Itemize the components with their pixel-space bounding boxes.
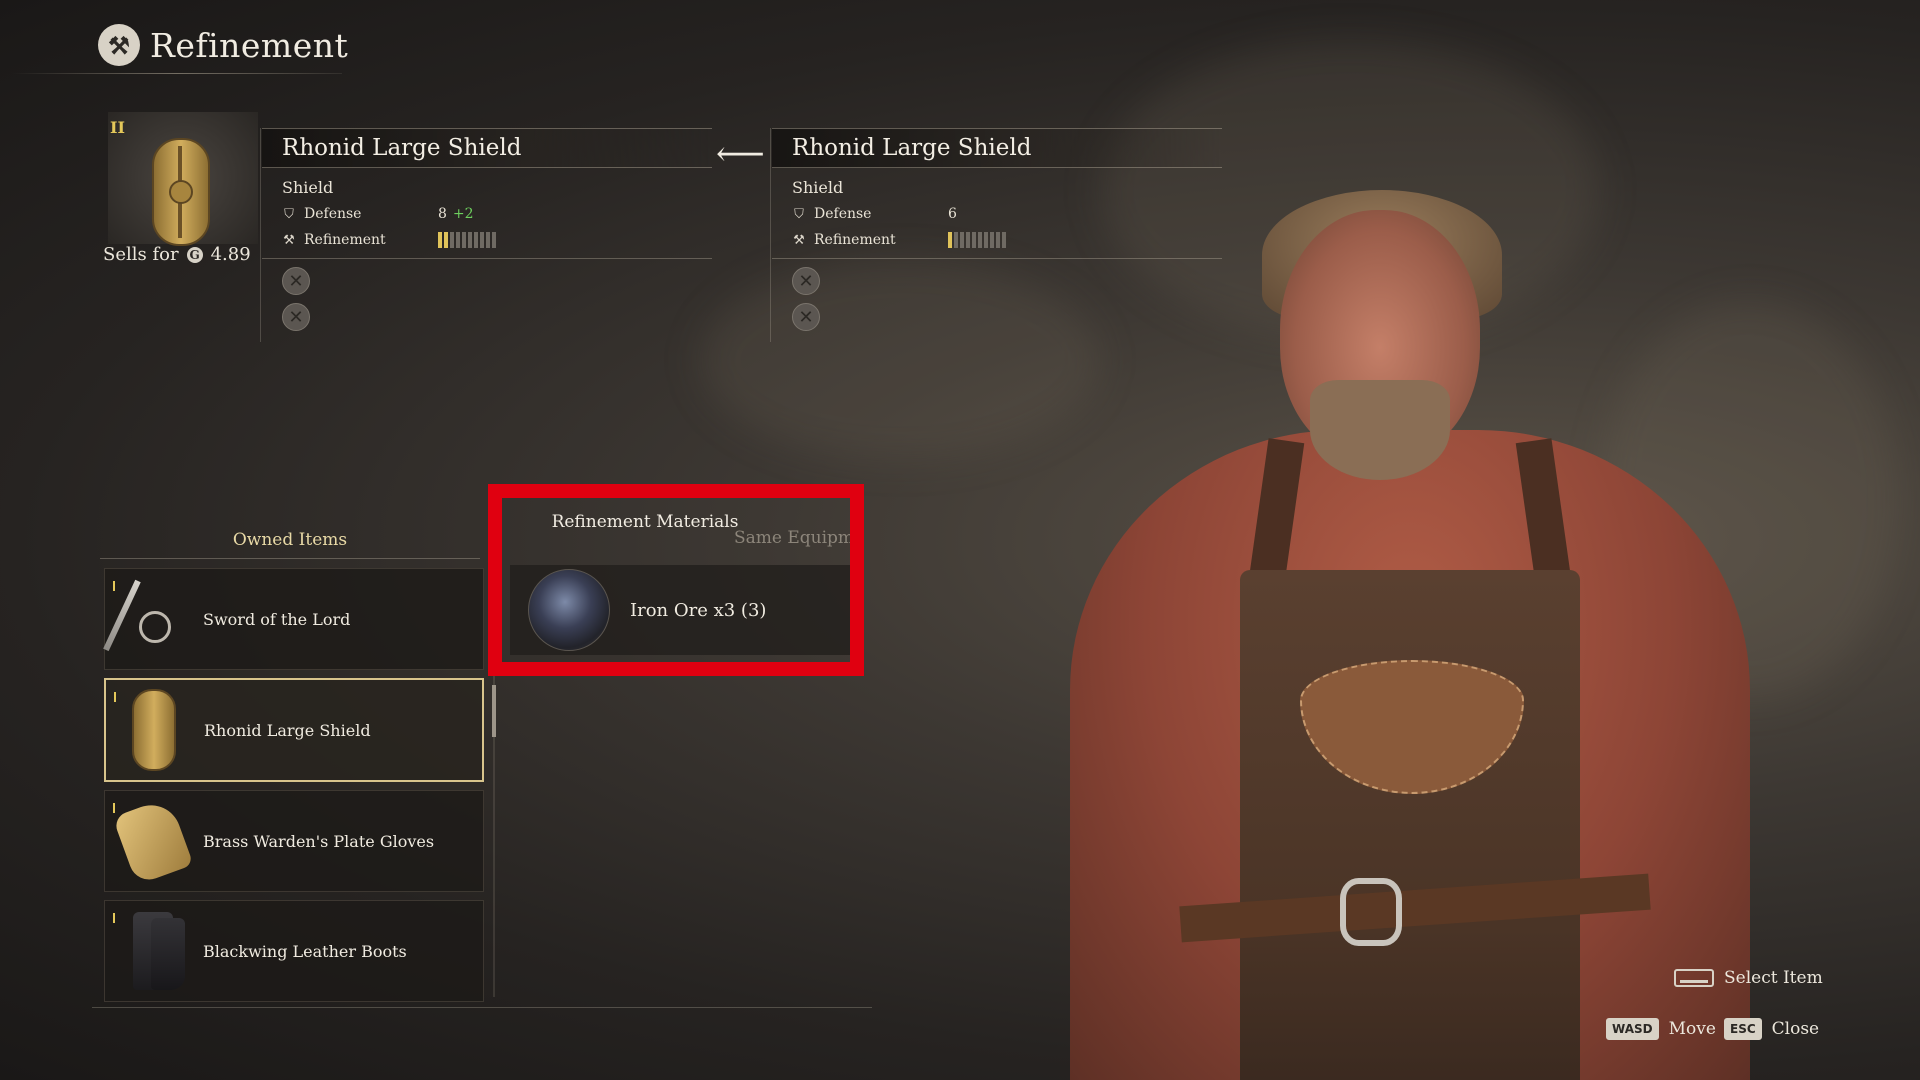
hint-select: Select Item bbox=[1674, 968, 1823, 988]
defense-label: Defense bbox=[304, 206, 362, 222]
refinement-segment bbox=[960, 232, 964, 248]
sell-price: Sells for G 4.89 bbox=[103, 244, 251, 265]
header-divider bbox=[12, 73, 342, 74]
sells-value: 4.89 bbox=[210, 244, 251, 265]
refinement-segment bbox=[492, 232, 496, 248]
gold-coin-icon: G bbox=[186, 246, 203, 263]
tab-owned-items[interactable]: Owned Items bbox=[100, 522, 480, 559]
refinement-segment bbox=[1002, 232, 1006, 248]
list-item-sword[interactable]: Sword of the Lord bbox=[104, 568, 484, 670]
item-type: Shield bbox=[282, 178, 334, 197]
list-bottom-rule bbox=[92, 1007, 872, 1008]
item-label: Rhonid Large Shield bbox=[204, 720, 371, 740]
tier-mark: II bbox=[110, 118, 125, 137]
blacksmith-npc bbox=[1010, 190, 1850, 1080]
defense-stat: ⛉ Defense 8 +2 bbox=[282, 205, 712, 223]
refinement-segment bbox=[468, 232, 472, 248]
npc-beard bbox=[1310, 380, 1450, 480]
empty-slot-icon: ✕ bbox=[282, 267, 310, 295]
refinement-label: Refinement bbox=[304, 232, 386, 248]
item-name: Rhonid Large Shield bbox=[772, 128, 1222, 168]
tier-tick bbox=[113, 913, 115, 923]
shield-stat-icon: ⛉ bbox=[284, 206, 294, 222]
refinement-label: Refinement bbox=[814, 232, 896, 248]
wasd-key-icon: WASD bbox=[1606, 1018, 1659, 1040]
tier-tick bbox=[113, 803, 115, 813]
refinement-stat: ⚒ Refinement bbox=[282, 231, 712, 249]
item-name: Rhonid Large Shield bbox=[262, 128, 712, 168]
panel-rule bbox=[262, 258, 712, 259]
refinement-segment bbox=[948, 232, 952, 248]
list-item-boots[interactable]: Blackwing Leather Boots bbox=[104, 900, 484, 1002]
screen-header: ⚒ Refinement bbox=[98, 24, 348, 66]
page-title: Refinement bbox=[150, 25, 349, 65]
tier-tick bbox=[113, 581, 115, 591]
sword-icon bbox=[117, 577, 189, 661]
refinement-segment bbox=[450, 232, 454, 248]
refinement-segment bbox=[954, 232, 958, 248]
tab-label: Owned Items bbox=[232, 530, 348, 550]
gloves-icon bbox=[112, 796, 194, 886]
refinement-segment bbox=[444, 232, 448, 248]
refinement-segment bbox=[456, 232, 460, 248]
owned-items-list: Sword of the Lord Rhonid Large Shield Br… bbox=[104, 568, 484, 1010]
panel-divider bbox=[770, 128, 771, 342]
anvil-icon: ⚒ bbox=[793, 232, 805, 248]
refinement-segment bbox=[486, 232, 490, 248]
refinement-segment bbox=[990, 232, 994, 248]
esc-key-icon: ESC bbox=[1724, 1018, 1762, 1040]
item-label: Sword of the Lord bbox=[203, 609, 351, 629]
empty-slot-icon: ✕ bbox=[282, 303, 310, 331]
refinement-segment bbox=[984, 232, 988, 248]
space-key-icon bbox=[1674, 969, 1714, 987]
refinement-segment bbox=[996, 232, 1000, 248]
sells-label: Sells for bbox=[103, 244, 179, 265]
refinement-segment bbox=[474, 232, 478, 248]
item-thumbnail: II bbox=[108, 112, 258, 246]
panel-divider bbox=[260, 128, 261, 342]
defense-bonus: +2 bbox=[452, 206, 474, 222]
anvil-hammer-icon: ⚒ bbox=[98, 24, 140, 66]
refinement-bar bbox=[438, 232, 496, 248]
hint-label: Select Item bbox=[1724, 968, 1823, 988]
hint-label: Close bbox=[1771, 1019, 1820, 1039]
defense-value: 6 bbox=[948, 206, 957, 222]
tier-tick bbox=[114, 692, 116, 702]
refinement-segment bbox=[966, 232, 970, 248]
highlight-box bbox=[488, 484, 864, 676]
defense-label: Defense bbox=[814, 206, 872, 222]
refinement-segment bbox=[480, 232, 484, 248]
list-item-shield[interactable]: Rhonid Large Shield bbox=[104, 678, 484, 782]
scrollbar-thumb[interactable] bbox=[492, 685, 496, 737]
hint-move: WASD Move bbox=[1606, 1018, 1716, 1040]
refinement-segment bbox=[972, 232, 976, 248]
belt-buckle bbox=[1340, 878, 1402, 946]
item-label: Brass Warden's Plate Gloves bbox=[203, 831, 435, 851]
anvil-icon: ⚒ bbox=[283, 232, 295, 248]
shield-icon bbox=[152, 138, 210, 246]
item-label: Blackwing Leather Boots bbox=[203, 941, 407, 961]
refinement-segment bbox=[978, 232, 982, 248]
empty-slot-icon: ✕ bbox=[792, 267, 820, 295]
empty-slot-icon: ✕ bbox=[792, 303, 820, 331]
shield-icon bbox=[118, 688, 190, 772]
refinement-bar bbox=[948, 232, 1006, 248]
hint-label: Move bbox=[1668, 1019, 1716, 1039]
arrow-left-icon: ⟵ bbox=[716, 134, 765, 174]
refined-stats-panel: Rhonid Large Shield Shield ⛉ Defense 8 +… bbox=[260, 128, 712, 342]
boots-icon bbox=[117, 909, 189, 993]
refinement-segment bbox=[462, 232, 466, 248]
npc-apron bbox=[1240, 570, 1580, 1080]
defense-value: 8 bbox=[438, 206, 447, 222]
refinement-segment bbox=[438, 232, 442, 248]
list-item-gloves[interactable]: Brass Warden's Plate Gloves bbox=[104, 790, 484, 892]
hint-close[interactable]: ESC Close bbox=[1724, 1018, 1819, 1040]
shield-stat-icon: ⛉ bbox=[794, 206, 804, 222]
